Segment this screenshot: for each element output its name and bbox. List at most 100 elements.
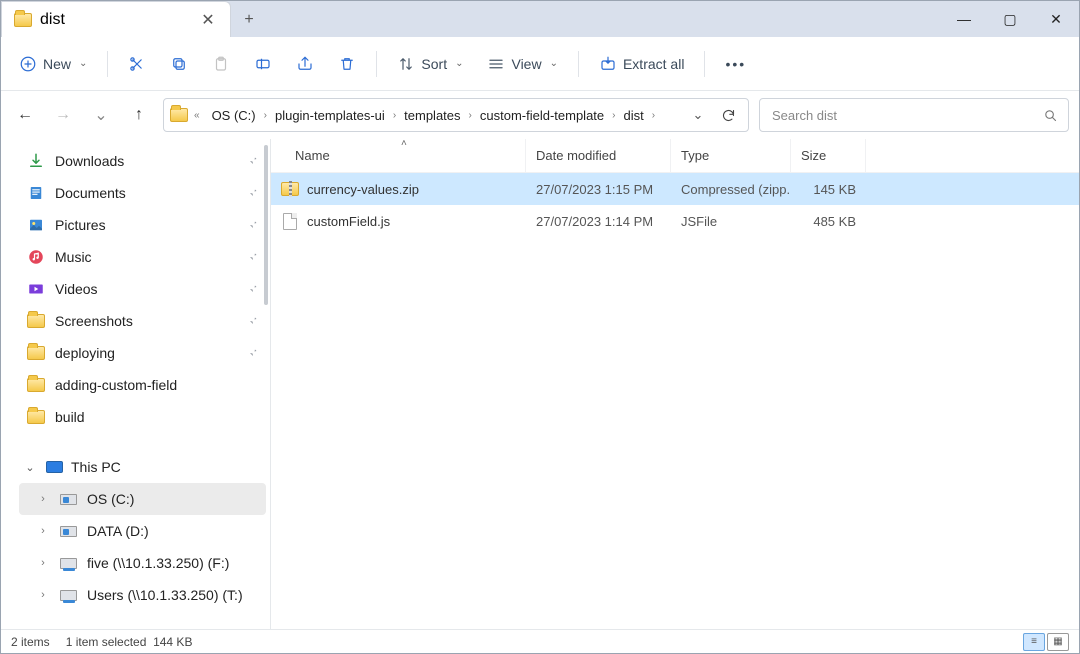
details-view-button[interactable]: ≡ [1023,633,1045,651]
paste-button[interactable] [202,45,240,83]
plus-circle-icon [19,55,37,73]
status-selected: 1 item selected 144 KB [66,635,193,649]
cut-button[interactable] [118,45,156,83]
sidebar-item-label: adding-custom-field [55,377,177,393]
breadcrumb-item[interactable]: OS (C:) [206,105,262,126]
tab-title: dist [40,11,65,29]
chevron-right-icon[interactable]: › [262,110,269,121]
search-icon [1043,108,1058,123]
sidebar-item-label: Music [55,249,92,265]
recent-dropdown[interactable]: ⌄ [87,101,115,129]
sidebar-item[interactable]: Videos [19,273,266,305]
drive-label: five (\\10.1.33.250) (F:) [87,555,229,571]
chevron-right-icon[interactable]: › [37,493,49,505]
file-size-cell: 145 KB [791,173,866,205]
new-tab-button[interactable]: + [231,3,267,37]
maximize-button[interactable]: ▢ [987,1,1033,37]
address-dropdown[interactable]: ⌄ [684,101,712,129]
search-input[interactable] [770,107,1035,124]
tab-current[interactable]: dist ✕ [1,1,231,37]
title-bar: dist ✕ + — ▢ ✕ [1,1,1079,37]
chevron-right-icon[interactable]: › [610,110,617,121]
chevron-right-icon[interactable]: › [467,110,474,121]
view-button[interactable]: View ⌄ [477,45,567,83]
sidebar-item[interactable]: Downloads [19,145,266,177]
delete-button[interactable] [328,45,366,83]
netdrive-icon [59,586,77,604]
column-date[interactable]: Date modified [526,139,671,172]
drive-label: OS (C:) [87,491,134,507]
address-bar[interactable]: « OS (C:)›plugin-templates-ui›templates›… [163,98,749,132]
close-button[interactable]: ✕ [1033,1,1079,37]
sidebar-this-pc[interactable]: ⌄ This PC [19,451,266,483]
copy-button[interactable] [160,45,198,83]
up-button[interactable]: ↑ [125,101,153,129]
rename-icon [254,55,272,73]
more-button[interactable]: ••• [715,45,756,83]
sidebar-scrollbar[interactable] [260,139,270,629]
status-bar: 2 items 1 item selected 144 KB ≡ ▦ [1,629,1079,653]
drive-item[interactable]: › five (\\10.1.33.250) (F:) [19,547,266,579]
breadcrumb-item[interactable]: dist [618,105,650,126]
drive-item[interactable]: ›DATA (D:) [19,515,266,547]
sidebar-item[interactable]: Music [19,241,266,273]
search-box[interactable] [759,98,1069,132]
folder-icon [27,376,45,394]
breadcrumb-item[interactable]: custom-field-template [474,105,610,126]
drive-item[interactable]: ›Users (\\10.1.33.250) (T:) [19,579,266,611]
sidebar-item[interactable]: Documents [19,177,266,209]
column-type[interactable]: Type [671,139,791,172]
file-list: Name ˄ Date modified Type Size currency-… [271,139,1079,629]
new-button[interactable]: New ⌄ [9,45,97,83]
back-button[interactable]: ← [11,101,39,129]
monitor-icon [45,458,63,476]
sidebar-item[interactable]: Screenshots [19,305,266,337]
column-size[interactable]: Size [791,139,866,172]
sidebar-item[interactable]: Pictures [19,209,266,241]
netdrive-icon [59,554,77,572]
breadcrumb-container: OS (C:)›plugin-templates-ui›templates›cu… [206,105,658,126]
thumbnails-view-button[interactable]: ▦ [1047,633,1069,651]
pin-icon [246,313,258,329]
forward-button[interactable]: → [49,101,77,129]
minimize-button[interactable]: — [941,1,987,37]
sidebar-item-label: Videos [55,281,98,297]
drive-item[interactable]: › OS (C:) [19,483,266,515]
file-icon [281,212,299,230]
doc-icon [27,184,45,202]
chevron-right-icon[interactable]: › [391,110,398,121]
rename-button[interactable] [244,45,282,83]
extract-all-button[interactable]: Extract all [589,45,694,83]
breadcrumb-item[interactable]: templates [398,105,466,126]
breadcrumb-item[interactable]: plugin-templates-ui [269,105,391,126]
sidebar[interactable]: DownloadsDocumentsPictures Music Videos Scr… [1,139,271,629]
file-date-cell: 27/07/2023 1:15 PM [526,173,671,205]
sidebar-item[interactable]: build [19,401,266,433]
trash-icon [338,55,356,73]
folder-icon [14,11,32,29]
pin-icon [246,249,258,265]
zip-icon [281,180,299,198]
file-row[interactable]: customField.js27/07/2023 1:14 PMJSFile48… [271,205,1079,237]
folder-icon [27,344,45,362]
extract-icon [599,55,617,73]
chevron-down-icon: ⌄ [79,58,87,69]
tab-close-button[interactable]: ✕ [198,10,218,30]
column-name[interactable]: Name [271,139,526,172]
sidebar-item-label: deploying [55,345,115,361]
sort-button[interactable]: Sort ⌄ [387,45,473,83]
chevron-right-icon[interactable]: › [650,110,657,121]
sidebar-item[interactable]: deploying [19,337,266,369]
share-button[interactable] [286,45,324,83]
chevron-right-icon[interactable]: › [37,557,49,569]
download-icon [27,152,45,170]
sidebar-item[interactable]: adding-custom-field [19,369,266,401]
refresh-button[interactable] [714,101,742,129]
chevron-down-icon: ⌄ [455,58,463,69]
breadcrumb-overflow[interactable]: « [192,110,202,121]
file-row[interactable]: currency-values.zip27/07/2023 1:15 PMCom… [271,173,1079,205]
chevron-right-icon[interactable]: › [37,589,49,601]
chevron-right-icon[interactable]: › [37,525,49,537]
file-type-cell: JSFile [671,205,791,237]
sidebar-item-label: Screenshots [55,313,133,329]
